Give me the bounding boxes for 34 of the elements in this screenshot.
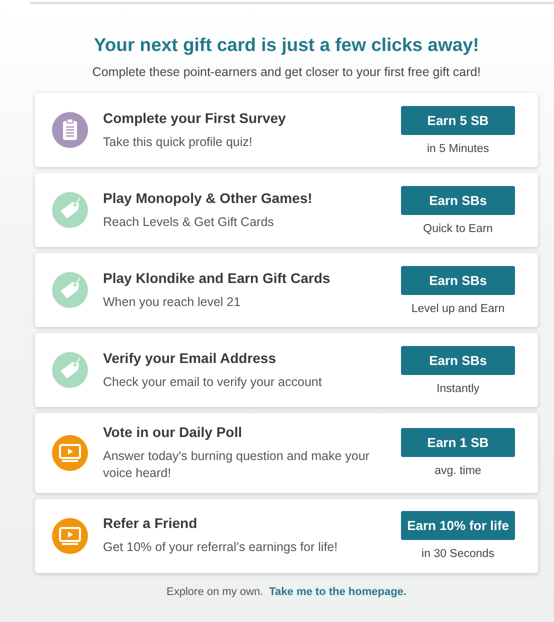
offer-note: in 5 Minutes bbox=[426, 142, 489, 154]
offer-title: Complete your First Survey bbox=[103, 110, 287, 126]
earn-button[interactable]: Earn 5 SB bbox=[401, 106, 515, 134]
video-icon bbox=[52, 518, 88, 554]
offer-description: When you reach level 21 bbox=[103, 294, 242, 310]
offer-note: Instantly bbox=[436, 382, 480, 394]
tag-icon bbox=[52, 352, 88, 388]
page-subheading: Complete these point-earners and get closer to your first free gift card! bbox=[91, 65, 482, 79]
clipboard-icon bbox=[52, 112, 88, 148]
offer-description: Get 10% of your referral’s earnings for life! bbox=[103, 539, 339, 556]
video-icon bbox=[52, 434, 88, 471]
earn-button[interactable]: Earn SBs bbox=[401, 186, 515, 214]
offer-title: Vote in our Daily Poll bbox=[103, 424, 243, 440]
offer-description: Reach Levels & Get Gift Cards bbox=[103, 214, 275, 230]
homepage-link[interactable]: Take me to the homepage. bbox=[269, 586, 406, 598]
offer-title: Play Klondike and Earn Gift Cards bbox=[103, 270, 332, 286]
earn-button[interactable]: Earn SBs bbox=[401, 346, 515, 374]
offer-note: Level up and Earn bbox=[411, 302, 505, 314]
offer-description: Check your email to verify your account bbox=[103, 374, 323, 390]
earn-button[interactable]: Earn 10% for life bbox=[401, 511, 515, 540]
offer-title: Refer a Friend bbox=[103, 515, 198, 532]
earn-button[interactable]: Earn SBs bbox=[401, 266, 515, 294]
offer-title: Play Monopoly & Other Games! bbox=[103, 190, 314, 206]
offer-note: Quick to Earn bbox=[423, 222, 493, 234]
offer-description: Answer today's burning question and make your voice heard! bbox=[103, 448, 370, 482]
offer-note: avg. time bbox=[434, 465, 482, 478]
offer-description: Take this quick profile quiz! bbox=[103, 134, 254, 150]
earn-button[interactable]: Earn 1 SB bbox=[401, 428, 515, 458]
page-heading: Your next gift card is just a few clicks away! bbox=[92, 34, 480, 56]
offer-note: in 30 Seconds bbox=[422, 548, 494, 560]
tag-icon bbox=[52, 272, 88, 308]
offer-title: Verify your Email Address bbox=[103, 350, 277, 366]
tag-icon bbox=[52, 192, 88, 228]
footer-text: Explore on my own. bbox=[166, 586, 264, 598]
